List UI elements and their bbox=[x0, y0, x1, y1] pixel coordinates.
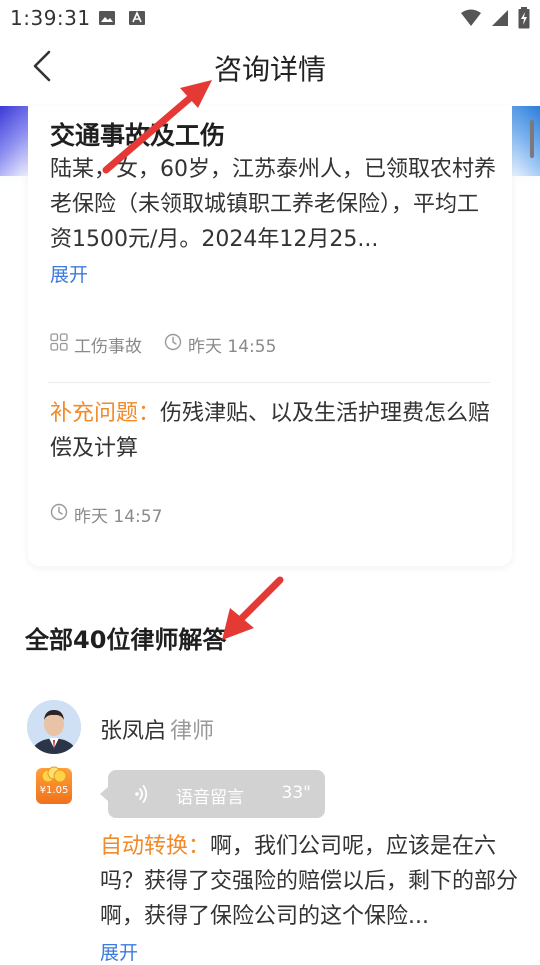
image-icon bbox=[98, 9, 116, 31]
scroll-indicator bbox=[530, 120, 534, 158]
question-description: 陆某，女，60岁，江苏泰州人，已领取农村养老保险（未领取城镇职工养老保险），平均… bbox=[50, 157, 496, 252]
status-bar: 1:39:31 bbox=[0, 0, 540, 36]
question-meta: 工伤事故 昨天 14:55 bbox=[50, 332, 298, 357]
supplement-time: 昨天 14:57 bbox=[50, 502, 162, 527]
top-bar: 咨询详情 bbox=[0, 36, 540, 106]
lawyer-title: 律师 bbox=[170, 719, 215, 744]
question-time-label: 昨天 14:55 bbox=[188, 337, 277, 357]
header-decoration-right bbox=[510, 106, 540, 176]
lawyer-name: 张凤启 bbox=[100, 719, 167, 744]
sound-wave-icon bbox=[134, 784, 150, 808]
status-time: 1:39:31 bbox=[10, 6, 91, 30]
header-decoration-left bbox=[0, 106, 30, 176]
wifi-icon bbox=[460, 8, 482, 32]
status-notification-icons bbox=[98, 9, 146, 31]
auto-transcript-label: 自动转换： bbox=[100, 834, 211, 859]
question-title: 交通事故及工伤 bbox=[50, 121, 226, 150]
grid-icon bbox=[50, 333, 74, 356]
question-expand-link[interactable]: 展开 bbox=[50, 260, 88, 287]
supplement-label: 补充问题： bbox=[50, 401, 161, 426]
auto-transcript: 自动转换：啊，我们公司呢，应该是在六吗？获得了交强险的赔偿以后，剩下的部分啊，获… bbox=[100, 829, 520, 934]
clock-icon bbox=[50, 503, 74, 526]
answers-header: 全部40位律师解答 bbox=[25, 626, 227, 654]
lawyer-name-row[interactable]: 张凤启 律师 bbox=[100, 713, 214, 745]
question-time: 昨天 14:55 bbox=[164, 332, 276, 357]
supplement-time-label: 昨天 14:57 bbox=[74, 507, 163, 527]
question-category: 工伤事故 bbox=[50, 332, 142, 357]
answer-expand-link[interactable]: 展开 bbox=[100, 938, 138, 965]
clock-icon bbox=[164, 333, 188, 356]
card-divider bbox=[48, 382, 490, 383]
question-category-label: 工伤事故 bbox=[74, 337, 142, 357]
red-arrow-icon bbox=[222, 576, 284, 640]
avatar[interactable] bbox=[27, 700, 81, 754]
voice-duration: 33" bbox=[281, 783, 311, 803]
voice-label: 语音留言 bbox=[176, 788, 244, 808]
status-system-icons bbox=[460, 7, 530, 33]
font-icon bbox=[128, 9, 146, 31]
question-card: 交通事故及工伤 陆某，女，60岁，江苏泰州人，已领取农村养老保险（未领取城镇职工… bbox=[28, 106, 512, 566]
tip-amount: ¥1.05 bbox=[39, 785, 69, 796]
supplement-meta: 昨天 14:57 bbox=[50, 502, 184, 527]
signal-icon bbox=[490, 8, 510, 32]
tip-badge[interactable]: ¥1.05 bbox=[36, 766, 72, 804]
page-title: 咨询详情 bbox=[213, 53, 326, 86]
supplement-question: 补充问题：伤残津贴、以及生活护理费怎么赔偿及计算 bbox=[50, 396, 496, 466]
voice-message-button[interactable]: 语音留言 33" bbox=[100, 770, 325, 818]
battery-icon bbox=[518, 7, 530, 33]
